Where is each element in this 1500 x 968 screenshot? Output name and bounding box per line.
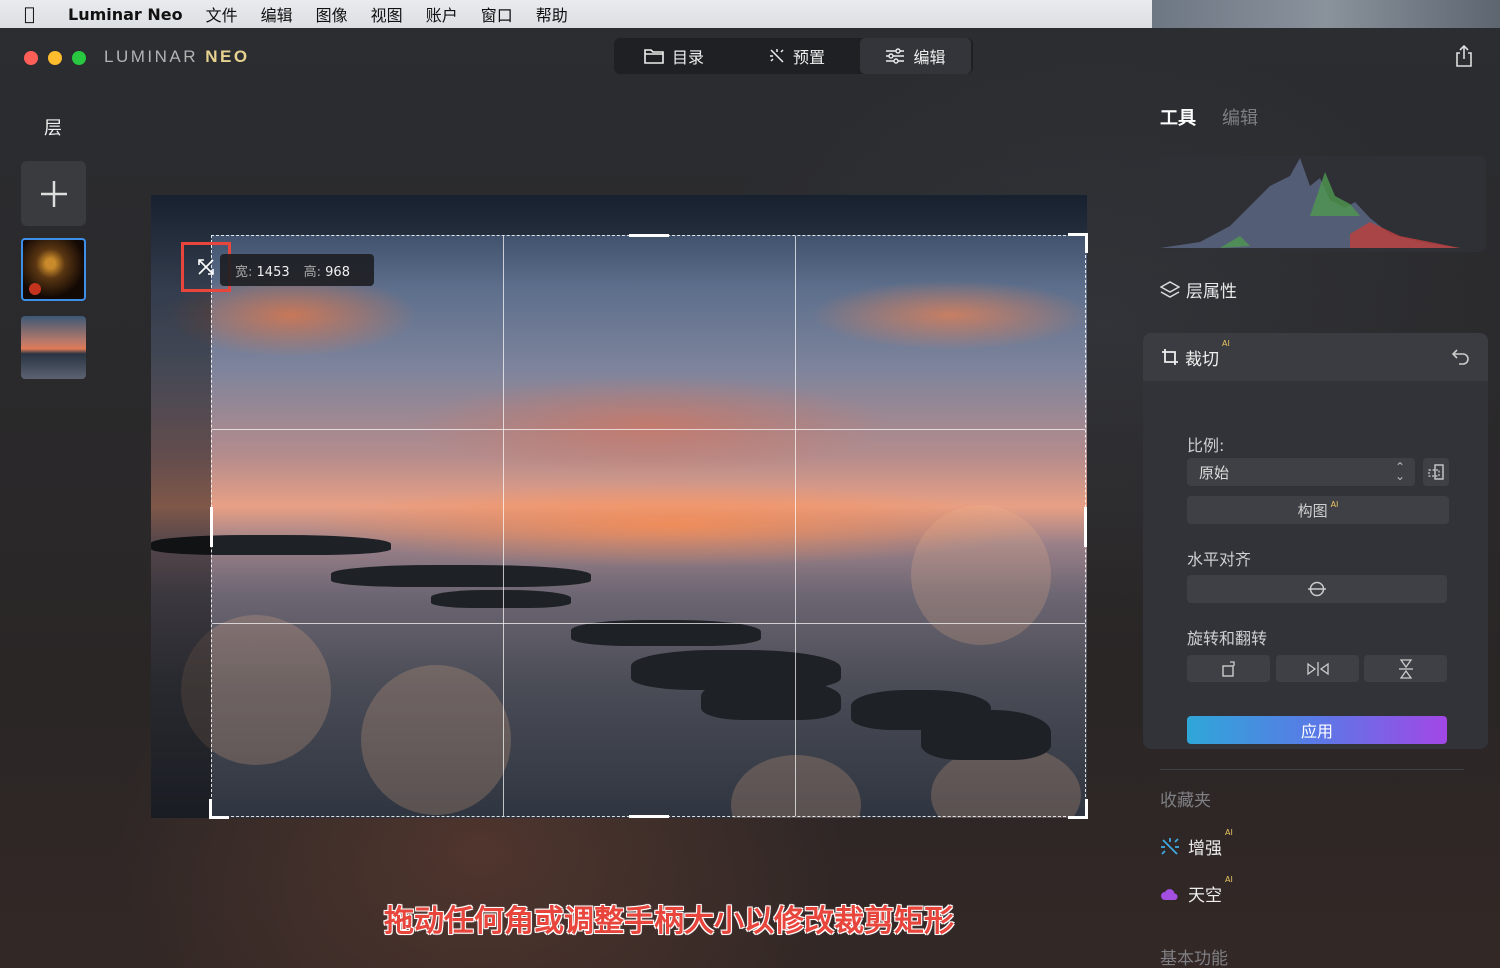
crop-icon [1162, 349, 1178, 365]
chevron-updown-icon: ⌃ ⌄ [1394, 460, 1405, 483]
tab-edits[interactable]: 编辑 [1222, 104, 1258, 130]
app-logo: LUMINAR NEO [104, 47, 250, 67]
crop-handle-left[interactable] [210, 507, 213, 547]
crop-tool-header[interactable]: 裁切AI [1143, 333, 1488, 381]
width-label: 宽: [235, 264, 253, 280]
tab-catalog-label: 目录 [671, 48, 704, 67]
layer-properties-label: 层属性 [1186, 282, 1237, 302]
apply-button[interactable]: 应用 [1187, 716, 1447, 744]
enhance-label: 增强 [1188, 839, 1222, 859]
crop-handle-bottom[interactable] [629, 815, 669, 818]
menu-help[interactable]: 帮助 [536, 2, 568, 26]
add-layer-button[interactable] [21, 161, 86, 226]
logo-accent: NEO [205, 47, 250, 66]
basic-functions-label[interactable]: 基本功能 [1160, 944, 1228, 968]
crop-handle-top[interactable] [629, 234, 669, 237]
ai-badge: AI [1222, 338, 1230, 348]
auto-level-button[interactable] [1187, 575, 1447, 603]
orientation-icon [1428, 464, 1444, 480]
compose-label: 构图 [1297, 501, 1328, 520]
rotate-icon [1221, 660, 1235, 677]
tutorial-caption: 拖动任何角或调整手柄大小以修改裁剪矩形 [384, 904, 954, 939]
level-label: 水平对齐 [1187, 550, 1252, 569]
sky-tool-item[interactable]: 天空AI [1160, 875, 1233, 906]
menu-edit[interactable]: 编辑 [261, 2, 293, 26]
menu-file[interactable]: 文件 [206, 2, 238, 26]
enhance-ai-badge: AI [1225, 828, 1233, 837]
compose-ai-button[interactable]: 构图 AI [1187, 496, 1449, 524]
layer-thumbnail-bokeh[interactable] [21, 238, 86, 301]
crop-size-tooltip: 宽: 1453 高: 968 [220, 254, 374, 286]
crop-handle-bottom-right[interactable] [1068, 799, 1088, 819]
crop-handle-right[interactable] [1084, 507, 1087, 547]
orientation-button[interactable] [1423, 458, 1449, 486]
layer-thumbnail-sunset[interactable] [21, 316, 86, 379]
favorites-label[interactable]: 收藏夹 [1160, 786, 1211, 811]
logo-text: LUMINAR [104, 47, 199, 66]
sliders-icon [886, 48, 905, 64]
crop-title: 裁切 [1185, 349, 1219, 370]
compose-ai-badge: AI [1330, 499, 1339, 509]
ratio-select[interactable]: 原始 ⌃ ⌄ [1187, 458, 1415, 486]
height-label: 高: [303, 264, 322, 280]
crop-handle-bottom-left[interactable] [209, 799, 229, 819]
crop-rectangle[interactable] [209, 233, 1088, 819]
menubar:  Luminar Neo 文件 编辑 图像 视图 账户 窗口 帮助 [0, 0, 1500, 28]
menu-app-name[interactable]: Luminar Neo [68, 5, 183, 24]
right-panel-tabs: 工具 编辑 [1160, 104, 1258, 130]
flip-vertical-icon [1398, 658, 1413, 679]
folder-icon [644, 49, 664, 64]
menu-window[interactable]: 窗口 [481, 2, 513, 26]
tab-catalog[interactable]: 目录 [614, 38, 734, 74]
flip-horizontal-button[interactable] [1276, 655, 1359, 682]
height-value: 968 [325, 264, 350, 280]
menubar-background [1152, 0, 1500, 28]
resize-cursor-icon[interactable] [197, 258, 215, 276]
zoom-window-button[interactable] [72, 51, 86, 65]
menu-image[interactable]: 图像 [316, 2, 348, 26]
crop-tool-panel: 裁切AI 比例: 原始 ⌃ ⌄ 构图 AI 水平对齐 旋转和翻转 应用 [1143, 333, 1488, 749]
plus-icon [40, 180, 67, 207]
layers-stack-icon [1160, 280, 1180, 298]
window-controls [24, 51, 86, 65]
sky-ai-badge: AI [1225, 875, 1233, 884]
ratio-value: 原始 [1199, 463, 1230, 482]
tab-edit[interactable]: 编辑 [860, 38, 971, 74]
rotate-button[interactable] [1187, 655, 1270, 682]
histogram [1160, 156, 1486, 252]
horizon-level-icon [1308, 581, 1326, 597]
undo-icon[interactable] [1452, 347, 1470, 365]
crop-handle-top-right[interactable] [1068, 233, 1088, 253]
tab-tools[interactable]: 工具 [1160, 104, 1196, 130]
apple-icon[interactable]:  [24, 4, 46, 25]
share-icon[interactable] [1454, 45, 1474, 67]
menu-view[interactable]: 视图 [371, 2, 403, 26]
top-nav: 目录 预置 编辑 [614, 38, 973, 74]
close-window-button[interactable] [24, 51, 38, 65]
sparkle-icon [769, 49, 784, 63]
width-value: 1453 [256, 264, 290, 280]
rotate-flip-label: 旋转和翻转 [1187, 629, 1268, 648]
enhance-tool-item[interactable]: 增强AI [1160, 828, 1233, 859]
tab-presets[interactable]: 预置 [734, 38, 860, 74]
minimize-window-button[interactable] [48, 51, 62, 65]
cloud-icon [1161, 888, 1178, 900]
tab-presets-label: 预置 [792, 48, 825, 67]
ratio-label: 比例: [1187, 436, 1225, 455]
layer-properties[interactable]: 层属性 [1160, 277, 1237, 302]
app-window: LUMINAR NEO 目录 预置 编辑 层 宽: 1453 高: 968 拖动… [0, 28, 1500, 968]
tab-edit-label: 编辑 [913, 48, 946, 67]
menu-account[interactable]: 账户 [426, 2, 458, 26]
flip-horizontal-icon [1306, 661, 1329, 676]
layers-title: 层 [44, 118, 62, 139]
enhance-sparkle-icon [1161, 837, 1179, 855]
flip-vertical-button[interactable] [1364, 655, 1447, 682]
sky-label: 天空 [1188, 886, 1222, 906]
right-panel-divider [1160, 769, 1464, 770]
